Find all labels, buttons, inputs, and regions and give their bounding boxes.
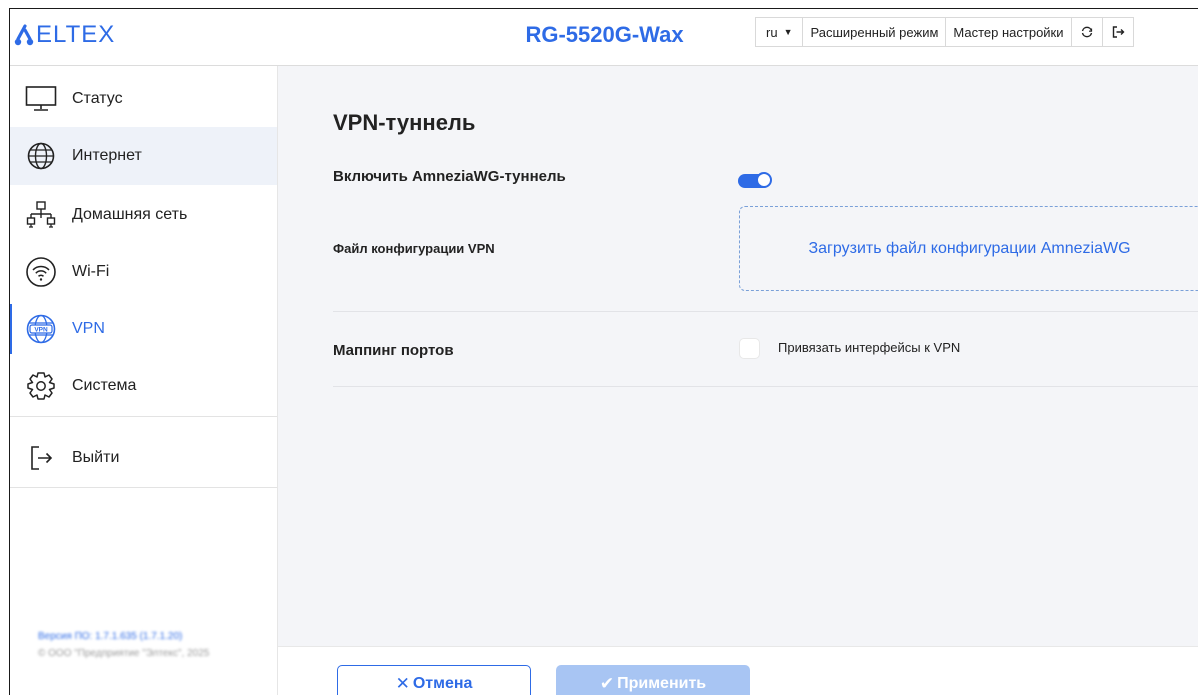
network-icon <box>24 198 58 232</box>
gear-icon <box>24 369 58 403</box>
language-select[interactable]: ru ▼ <box>756 18 804 46</box>
close-icon: ✕ <box>395 674 410 693</box>
bind-interfaces-label[interactable]: Привязать интерфейсы к VPN <box>778 340 960 355</box>
sidebar-item-system[interactable]: Система <box>10 357 277 415</box>
sidebar-item-label: Домашняя сеть <box>72 206 188 223</box>
bind-interfaces-checkbox[interactable] <box>739 338 760 359</box>
copyright: © ООО "Предприятие "Элтекс", 2025 <box>38 648 210 659</box>
caret-down-icon: ▼ <box>783 27 793 37</box>
top-controls: ru ▼ Расширенный режим Мастер настройки <box>755 17 1134 47</box>
apply-label: Применить <box>617 675 707 692</box>
monitor-icon <box>24 82 58 116</box>
cancel-label: Отмена <box>412 675 473 692</box>
sidebar-item-status[interactable]: Статус <box>10 70 277 128</box>
advanced-mode-button[interactable]: Расширенный режим <box>803 18 947 46</box>
sidebar-item-wifi[interactable]: Wi-Fi <box>10 243 277 301</box>
exit-icon <box>24 441 58 475</box>
enable-tunnel-toggle[interactable] <box>738 172 772 188</box>
toggle-knob <box>756 172 772 188</box>
header-logout-button[interactable] <box>1103 18 1133 46</box>
firmware-version: Версия ПО: 1.7.1.635 (1.7.1.20) <box>38 631 183 642</box>
upload-config-link[interactable]: Загрузить файл конфигурации AmneziaWG <box>808 240 1130 258</box>
page-title: VPN-туннель <box>333 110 476 135</box>
refresh-button[interactable] <box>1072 18 1103 46</box>
logout-icon <box>1112 26 1125 38</box>
sidebar-item-label: Статус <box>72 90 123 107</box>
main-content: VPN-туннель Включить AmneziaWG-туннель Ф… <box>278 66 1198 695</box>
sidebar-item-label: Интернет <box>72 147 142 164</box>
sidebar-divider <box>10 416 277 417</box>
sidebar-item-label: VPN <box>72 320 105 337</box>
sidebar-item-logout[interactable]: Выйти <box>10 429 277 487</box>
enable-tunnel-label: Включить AmneziaWG-туннель <box>333 168 566 185</box>
refresh-icon <box>1081 26 1092 38</box>
setup-wizard-button[interactable]: Мастер настройки <box>946 18 1072 46</box>
section-divider <box>333 386 1198 387</box>
sidebar-item-label: Wi-Fi <box>72 263 110 280</box>
action-bar: ✕ Отмена ✔ Применить <box>278 646 1198 695</box>
apply-button[interactable]: ✔ Применить <box>556 665 750 695</box>
app-window: ELTEX RG-5520G-Wax ru ▼ Расширенный режи… <box>9 8 1198 695</box>
config-file-label: Файл конфигурации VPN <box>333 241 495 256</box>
wifi-icon <box>24 255 58 289</box>
upload-config-dropzone[interactable]: Загрузить файл конфигурации AmneziaWG <box>739 206 1198 291</box>
globe-icon <box>24 139 58 173</box>
check-icon: ✔ <box>599 674 615 693</box>
vpn-globe-icon: VPN <box>24 312 58 346</box>
sidebar-item-label: Система <box>72 377 137 394</box>
sidebar-item-home-network[interactable]: Домашняя сеть <box>10 186 277 244</box>
sidebar-item-internet[interactable]: Интернет <box>10 127 277 185</box>
sidebar: Статус Интернет Домашняя сеть Wi-Fi VPN … <box>10 66 278 695</box>
section-divider <box>333 311 1198 312</box>
language-value: ru <box>766 24 778 40</box>
sidebar-divider <box>10 487 277 488</box>
sidebar-item-vpn[interactable]: VPN VPN <box>10 300 277 358</box>
cancel-button[interactable]: ✕ Отмена <box>337 665 531 695</box>
svg-text:VPN: VPN <box>34 327 48 334</box>
port-mapping-label: Маппинг портов <box>333 342 454 359</box>
top-header: ELTEX RG-5520G-Wax ru ▼ Расширенный режи… <box>10 9 1198 66</box>
sidebar-item-label: Выйти <box>72 449 120 466</box>
